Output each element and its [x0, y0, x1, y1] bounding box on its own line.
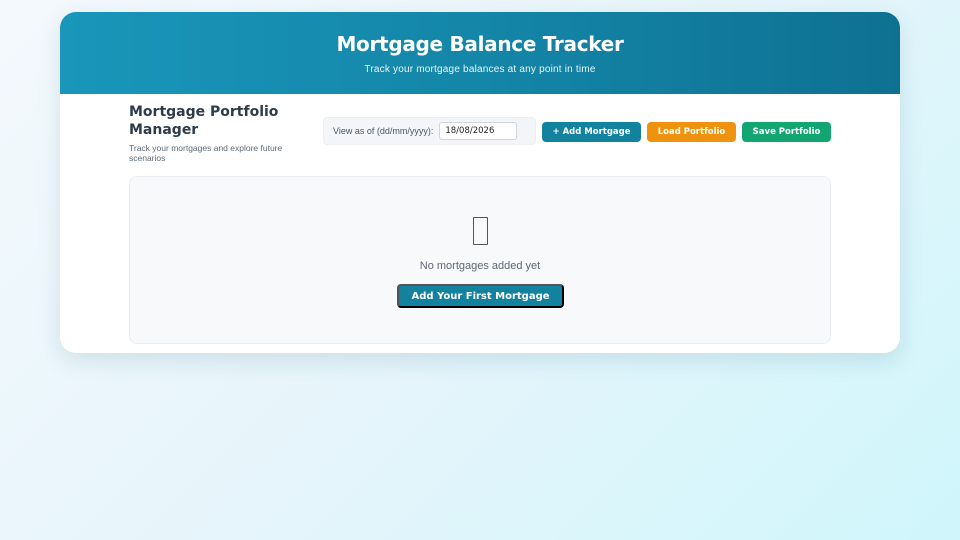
page-title: Mortgage Balance Tracker — [336, 32, 624, 56]
manager-heading: Mortgage Portfolio Manager Track your mo… — [129, 103, 309, 163]
add-mortgage-button[interactable]: + Add Mortgage — [542, 122, 641, 142]
page-header: Mortgage Balance Tracker Track your mort… — [60, 12, 900, 94]
main-card: Mortgage Balance Tracker Track your mort… — [60, 12, 900, 353]
add-first-mortgage-button[interactable]: Add Your First Mortgage — [397, 284, 564, 308]
view-date-control: View as of (dd/mm/yyyy): 18/08/2026 — [323, 117, 536, 145]
view-date-label: View as of (dd/mm/yyyy): — [333, 126, 434, 136]
manager-description: Track your mortgages and explore future … — [129, 143, 283, 163]
page-subtitle: Track your mortgage balances at any poin… — [364, 64, 596, 75]
view-date-input[interactable]: 18/08/2026 — [439, 122, 518, 140]
empty-message: No mortgages added yet — [419, 260, 541, 272]
load-portfolio-button[interactable]: Load Portfolio — [647, 122, 736, 142]
empty-state: No mortgages added yet Add Your First Mo… — [129, 176, 831, 344]
manager-title: Mortgage Portfolio Manager — [129, 104, 279, 138]
save-portfolio-button[interactable]: Save Portfolio — [742, 122, 831, 142]
portfolio-toolbar: Mortgage Portfolio Manager Track your mo… — [129, 103, 831, 163]
house-icon — [473, 217, 488, 245]
